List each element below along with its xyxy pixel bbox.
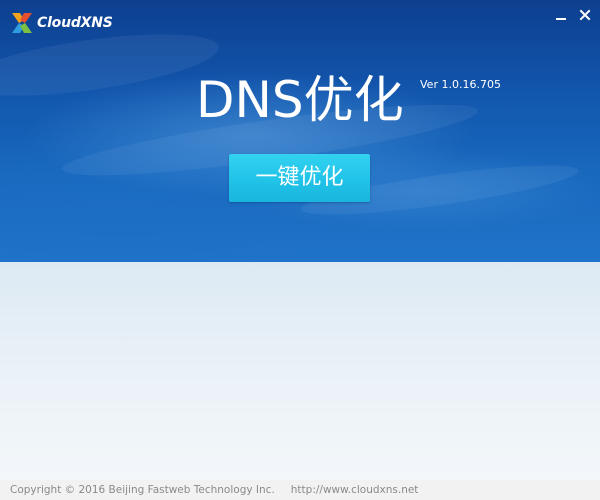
page-title: DNS优化 <box>196 71 404 129</box>
logo-text: CloudXNS <box>37 15 113 31</box>
app-window: CloudXNS DNS优化 Ver 1.0.16.705 一键优化 Copyr… <box>0 0 600 500</box>
header-banner: CloudXNS DNS优化 Ver 1.0.16.705 一键优化 <box>0 0 600 262</box>
website-link[interactable]: http://www.cloudxns.net <box>291 484 419 496</box>
cloudxns-logo-icon <box>10 11 34 35</box>
minimize-button[interactable] <box>552 6 570 24</box>
content-area <box>0 262 600 480</box>
close-icon <box>579 9 591 21</box>
one-click-optimize-button[interactable]: 一键优化 <box>229 154 370 202</box>
app-logo: CloudXNS <box>10 10 113 36</box>
version-label: Ver 1.0.16.705 <box>420 78 501 91</box>
close-button[interactable] <box>576 6 594 24</box>
footer: Copyright © 2016 Beijing Fastweb Technol… <box>0 480 600 500</box>
minimize-icon <box>556 18 566 20</box>
copyright-text: Copyright © 2016 Beijing Fastweb Technol… <box>10 484 275 496</box>
